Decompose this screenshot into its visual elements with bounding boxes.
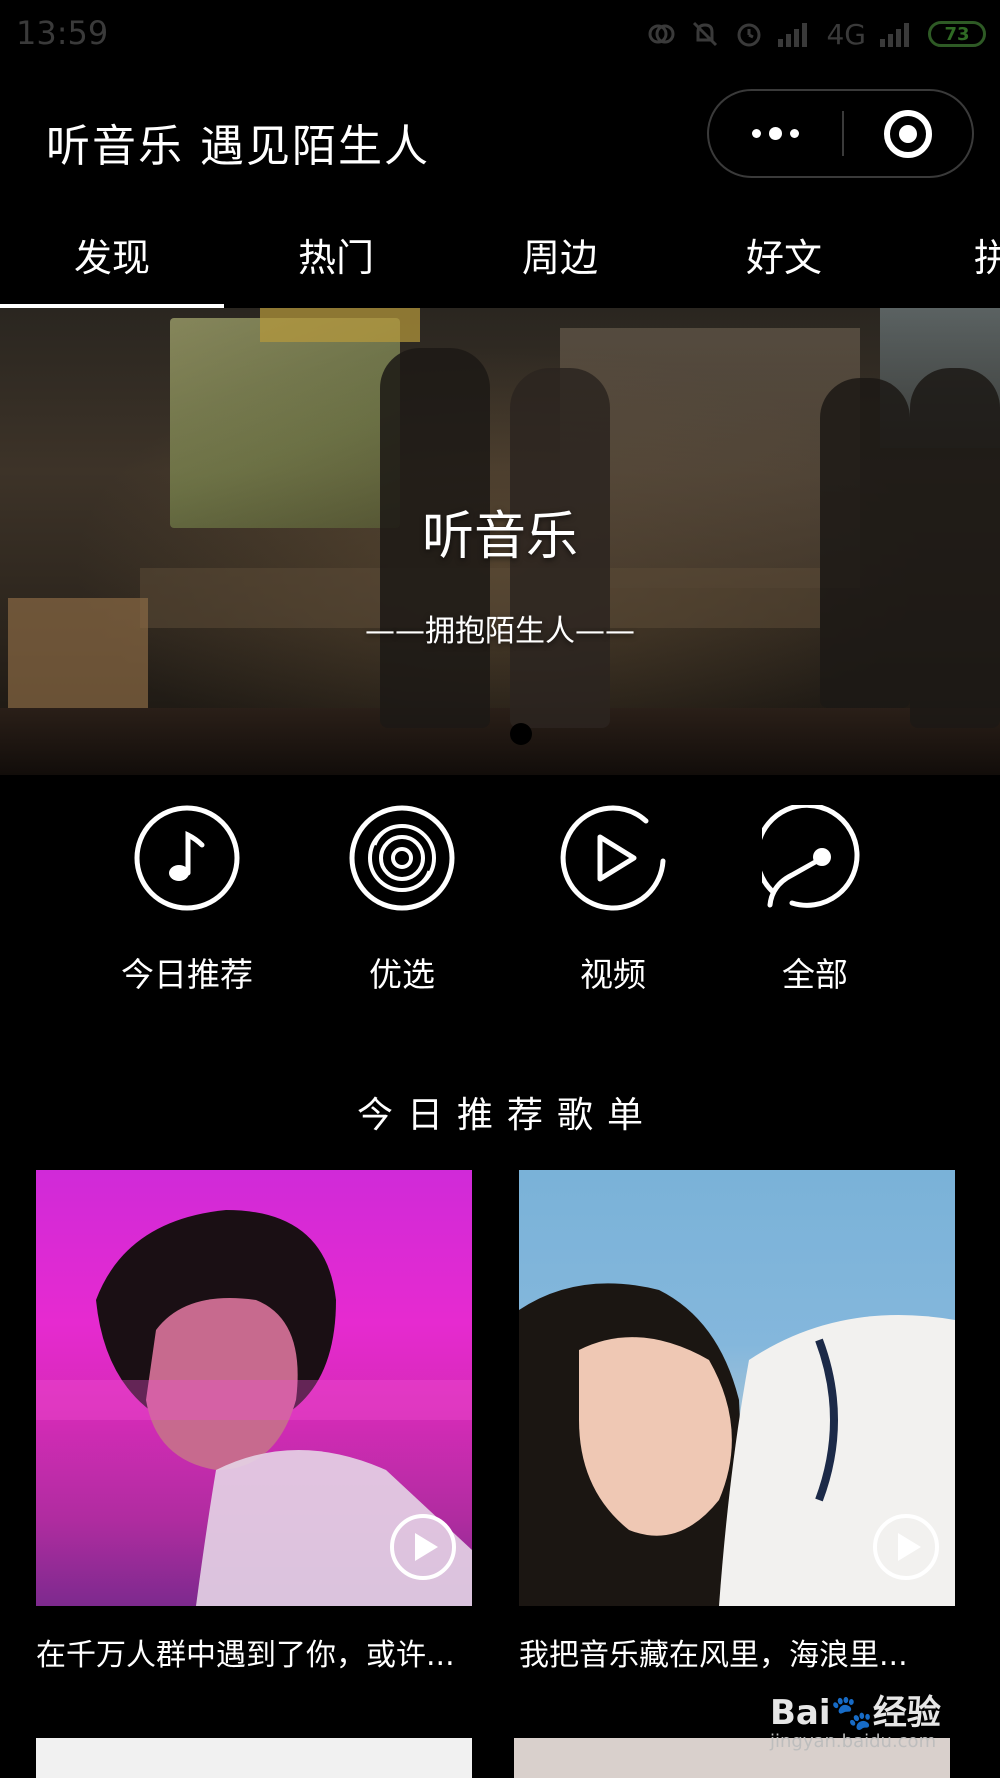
playlist-caption: 我把音乐藏在风里，海浪里... — [519, 1638, 908, 1673]
status-time: 13:59 — [16, 14, 109, 52]
more-button[interactable] — [709, 91, 842, 176]
signal-icon — [778, 21, 812, 47]
tab-nearby[interactable]: 周边 — [448, 200, 672, 308]
carousel-indicator-dot[interactable] — [510, 723, 532, 745]
tab-discover[interactable]: 发现 — [0, 200, 224, 308]
entry-label: 全部 — [782, 955, 848, 994]
playlist-card[interactable] — [36, 1738, 472, 1778]
mute-bell-icon — [690, 19, 720, 49]
section-title: 今日推荐歌单 — [356, 1095, 657, 1136]
banner-photo-sign — [260, 308, 420, 342]
banner-carousel[interactable]: 听音乐 ——拥抱陌生人—— — [0, 308, 1000, 775]
miniprogram-capsule — [707, 89, 974, 178]
entry-label: 视频 — [580, 955, 646, 994]
playlist-caption: 在千万人群中遇到了你，或许... — [36, 1638, 455, 1673]
header: 听音乐 遇见陌生人 — [0, 70, 1000, 200]
play-icon — [390, 1514, 456, 1580]
status-bar: 13:59 4G 73 — [0, 0, 1000, 70]
watermark: Bai🐾经验 jingyan.baidu.com — [770, 1685, 970, 1765]
tab-group[interactable]: 拼 — [896, 200, 1000, 308]
battery-icon: 73 — [928, 21, 986, 47]
entry-label: 今日推荐 — [121, 955, 253, 994]
sync-icon — [646, 19, 676, 49]
tab-hot[interactable]: 热门 — [224, 200, 448, 308]
banner-photo-ground — [0, 708, 1000, 775]
tab-bar: 发现 热门 周边 好文 拼 — [0, 200, 1000, 308]
entry-all[interactable]: 全部 — [725, 800, 905, 1000]
banner-title: 听音乐 — [421, 507, 578, 567]
banner-subtitle: ——拥抱陌生人—— — [365, 614, 635, 649]
playlist-card[interactable]: 在千万人群中遇到了你，或许... — [36, 1170, 472, 1680]
more-dots-icon — [752, 127, 799, 140]
playlist-card[interactable]: 我把音乐藏在风里，海浪里... — [519, 1170, 955, 1680]
entry-today-recommend[interactable]: 今日推荐 — [97, 800, 277, 1000]
playlist-cover-image — [519, 1170, 955, 1606]
close-button[interactable] — [844, 91, 972, 176]
music-note-icon — [134, 805, 240, 911]
quick-entries: 今日推荐 优选 视频 全部 — [0, 800, 1000, 1000]
entry-video[interactable]: 视频 — [523, 800, 703, 1000]
vinyl-disc-icon — [349, 805, 455, 911]
entry-label: 优选 — [369, 955, 435, 994]
play-icon — [873, 1514, 939, 1580]
watermark-url: jingyan.baidu.com — [770, 1731, 937, 1752]
network-type: 4G — [826, 17, 866, 51]
signal-icon-secondary — [880, 21, 914, 47]
watermark-logo: Bai🐾经验 — [770, 1693, 941, 1733]
status-icons: 4G 73 — [646, 12, 986, 56]
target-close-icon — [884, 109, 932, 158]
entry-featured[interactable]: 优选 — [312, 800, 492, 1000]
page-title: 听音乐 遇见陌生人 — [46, 121, 430, 172]
play-circle-icon — [560, 805, 666, 911]
alarm-icon — [734, 19, 764, 49]
tab-articles[interactable]: 好文 — [672, 200, 896, 308]
playlist-cover-image — [36, 1170, 472, 1606]
compass-icon — [762, 805, 860, 908]
